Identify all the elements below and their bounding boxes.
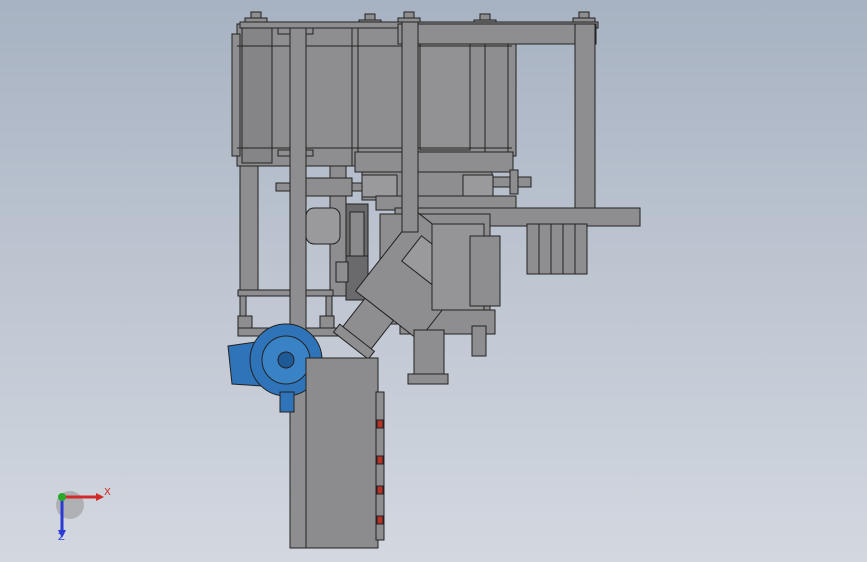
x-axis-label: X [104,487,111,498]
z-axis-label: Z [58,532,65,543]
discharge-fingers [526,223,588,275]
right-hopper [351,23,517,167]
control-box [305,357,385,549]
coordinate-triad [56,491,104,538]
machine-model-drawing[interactable] [0,0,867,562]
cad-viewport[interactable]: X Z [0,0,867,562]
cylinder-block [431,223,501,311]
y-axis-dot [58,493,66,501]
lower-cylinder [407,325,487,385]
